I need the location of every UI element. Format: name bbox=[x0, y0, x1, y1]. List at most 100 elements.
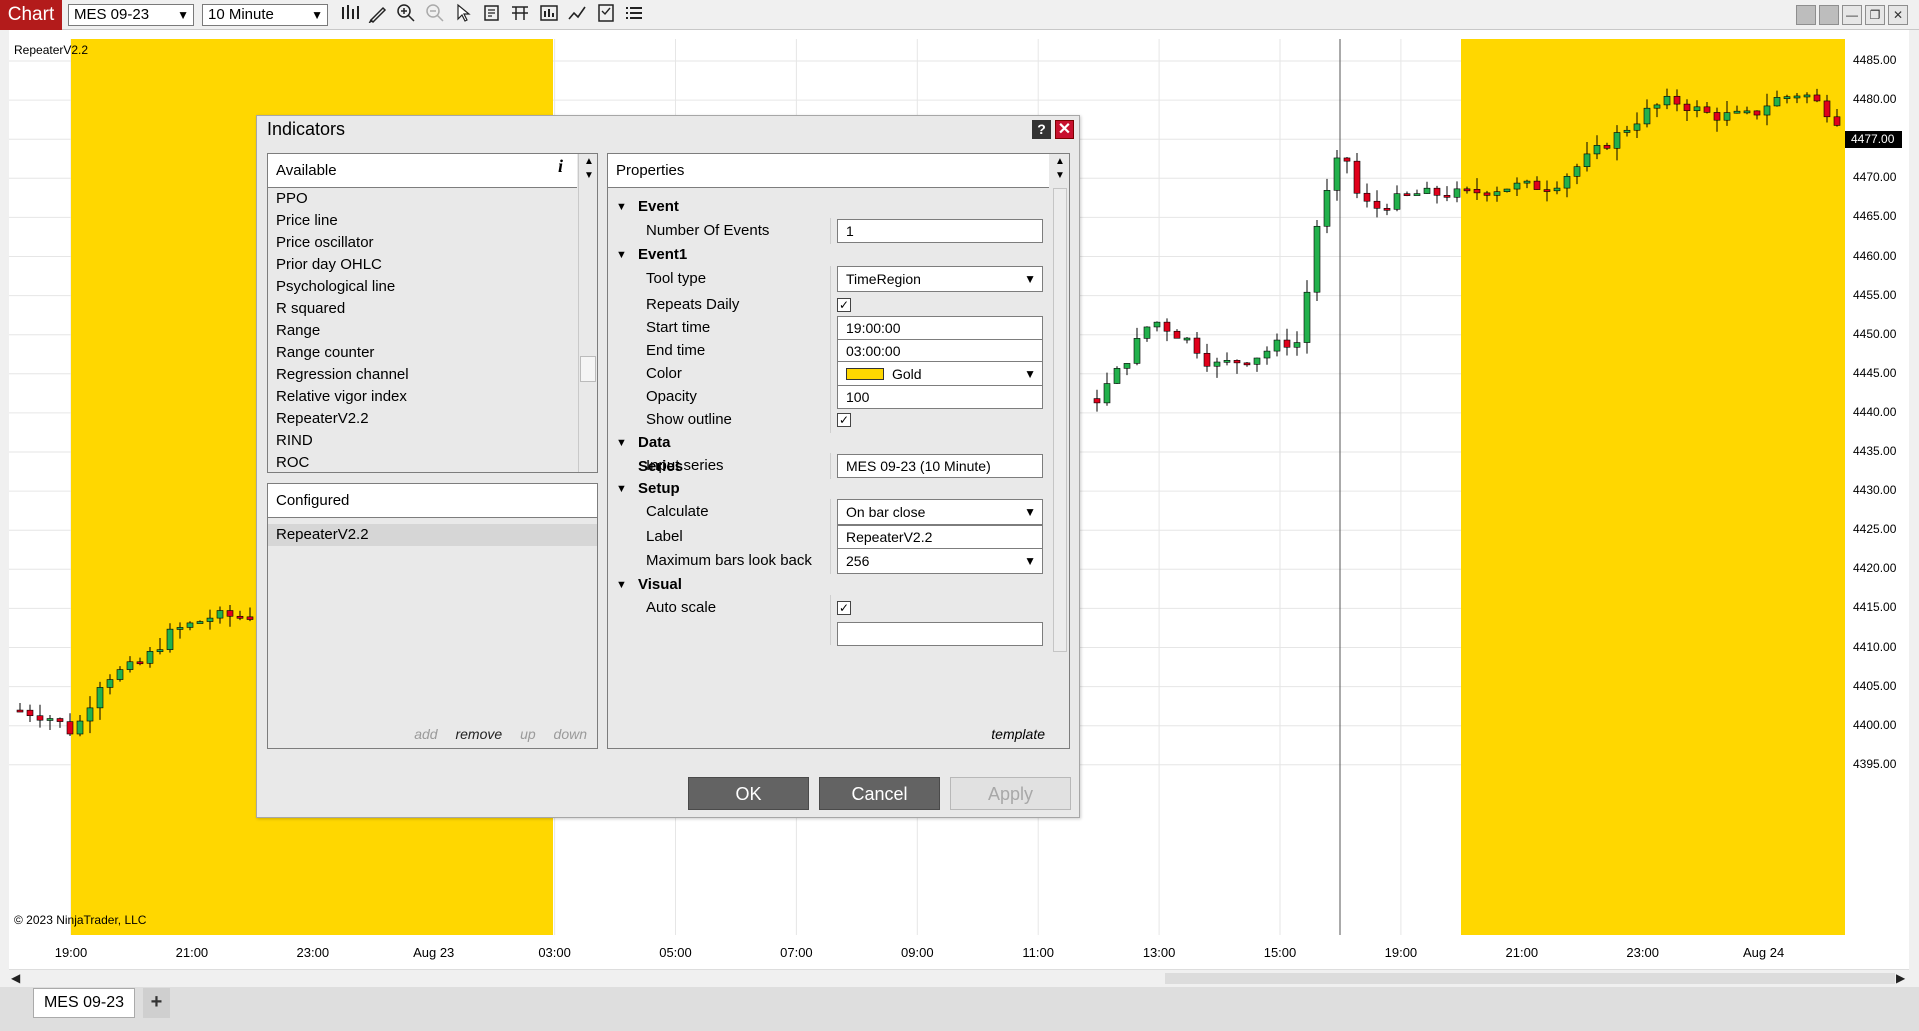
available-item[interactable]: Range bbox=[268, 320, 578, 342]
ok-button[interactable]: OK bbox=[688, 777, 809, 810]
minimize-icon[interactable]: — bbox=[1842, 5, 1862, 25]
available-item[interactable]: Price oscillator bbox=[268, 232, 578, 254]
opacity-input[interactable]: 100 bbox=[837, 385, 1043, 409]
scroll-left-icon[interactable]: ◀ bbox=[11, 971, 20, 985]
chevron-down-icon: ▼ bbox=[1024, 272, 1036, 286]
available-item[interactable]: R squared bbox=[268, 298, 578, 320]
properties-icon[interactable] bbox=[594, 3, 618, 27]
color-select[interactable]: Gold ▼ bbox=[837, 361, 1043, 387]
zoom-in-icon[interactable] bbox=[394, 3, 418, 27]
calculate-select[interactable]: On bar close ▼ bbox=[837, 499, 1043, 525]
label-input[interactable]: RepeaterV2.2 bbox=[837, 525, 1043, 549]
configured-item[interactable]: RepeaterV2.2 bbox=[268, 524, 597, 546]
scroll-down-icon[interactable]: ▼ bbox=[584, 170, 594, 181]
help-icon[interactable]: ? bbox=[1032, 120, 1051, 139]
available-item[interactable]: Range counter bbox=[268, 342, 578, 364]
property-divider bbox=[830, 218, 831, 244]
zoom-out-icon[interactable] bbox=[423, 3, 447, 27]
bar-type-icon[interactable] bbox=[338, 3, 362, 27]
add-link[interactable]: add bbox=[414, 726, 437, 742]
data-box-icon[interactable] bbox=[480, 3, 504, 27]
copyright-text: © 2023 NinjaTrader, LLC bbox=[14, 913, 147, 927]
add-tab-button[interactable]: + bbox=[143, 988, 170, 1018]
chart-window-tab[interactable]: Chart bbox=[0, 0, 62, 30]
time-axis[interactable]: 19:00 21:00 23:00 Aug 23 03:00 05:00 07:00 09:0… bbox=[9, 935, 1845, 969]
up-link[interactable]: up bbox=[520, 726, 536, 742]
scrollbar-thumb[interactable] bbox=[1053, 188, 1067, 652]
collapse-icon[interactable]: ▼ bbox=[616, 573, 627, 597]
candle-body bbox=[46, 718, 54, 721]
price-axis[interactable]: 4485.004480.004475.004470.004465.004460.… bbox=[1845, 39, 1919, 935]
available-item[interactable]: Psychological line bbox=[268, 276, 578, 298]
info-icon[interactable]: i bbox=[558, 156, 563, 177]
repeats-daily-checkbox[interactable]: ✓ bbox=[837, 298, 851, 312]
menu-icon[interactable] bbox=[622, 3, 646, 27]
available-item[interactable]: Prior day OHLC bbox=[268, 254, 578, 276]
close-icon[interactable]: ✕ bbox=[1888, 5, 1908, 25]
pointer-icon[interactable] bbox=[451, 3, 475, 27]
down-link[interactable]: down bbox=[554, 726, 587, 742]
collapse-icon[interactable]: ▼ bbox=[616, 431, 627, 455]
price-tick-label: 4425.00 bbox=[1853, 522, 1897, 537]
interval-selector[interactable]: 10 Minute ▼ bbox=[202, 4, 328, 26]
cancel-button[interactable]: Cancel bbox=[819, 777, 940, 810]
available-list[interactable]: PPO Price line Price oscillator Prior da… bbox=[268, 188, 578, 472]
candle-body bbox=[1343, 157, 1351, 162]
horizontal-scrollbar[interactable]: ◀ ▶ bbox=[9, 969, 1909, 987]
start-time-input[interactable]: 19:00:00 bbox=[837, 316, 1043, 340]
indicators-icon[interactable] bbox=[565, 3, 589, 27]
remove-link[interactable]: remove bbox=[455, 726, 502, 742]
available-item[interactable]: RepeaterV2.2 bbox=[268, 408, 578, 430]
strategy-icon[interactable] bbox=[537, 3, 561, 27]
show-outline-checkbox[interactable]: ✓ bbox=[837, 413, 851, 427]
tool-type-select[interactable]: TimeRegion ▼ bbox=[837, 266, 1043, 292]
scroll-up-icon[interactable]: ▲ bbox=[584, 156, 594, 167]
instrument-selector[interactable]: MES 09-23 ▼ bbox=[68, 4, 194, 26]
scroll-down-icon[interactable]: ▼ bbox=[1055, 170, 1065, 181]
available-item[interactable]: Price line bbox=[268, 210, 578, 232]
template-link[interactable]: template bbox=[991, 726, 1045, 742]
candle-body bbox=[1823, 100, 1831, 118]
scroll-up-icon[interactable]: ▲ bbox=[1055, 156, 1065, 167]
candle-body bbox=[1703, 106, 1711, 113]
candle-body bbox=[1203, 352, 1211, 367]
available-item[interactable]: ROC bbox=[268, 452, 578, 472]
max-bars-look-back-select[interactable]: 256 ▼ bbox=[837, 548, 1043, 574]
available-item[interactable]: RIND bbox=[268, 430, 578, 452]
scrollbar-thumb[interactable] bbox=[1165, 973, 1895, 984]
restore-icon[interactable]: ❐ bbox=[1865, 5, 1885, 25]
time-region[interactable] bbox=[1461, 39, 1845, 935]
auto-scale-checkbox[interactable]: ✓ bbox=[837, 601, 851, 615]
price-tick-label: 4470.00 bbox=[1853, 170, 1897, 185]
available-item[interactable]: Regression channel bbox=[268, 364, 578, 386]
candle-body bbox=[216, 610, 224, 619]
number-of-events-input[interactable]: 1 bbox=[837, 219, 1043, 243]
candle-body bbox=[1093, 398, 1101, 404]
apply-button[interactable]: Apply bbox=[950, 777, 1071, 810]
collapse-icon[interactable]: ▼ bbox=[616, 243, 627, 267]
scroll-right-icon[interactable]: ▶ bbox=[1896, 971, 1905, 985]
properties-scrollbar[interactable]: ▲ ▼ bbox=[1051, 154, 1069, 748]
available-item[interactable]: PPO bbox=[268, 188, 578, 210]
tab-mes-09-23[interactable]: MES 09-23 bbox=[33, 988, 135, 1018]
end-time-input[interactable]: 03:00:00 bbox=[837, 339, 1043, 363]
property-label: Show outline bbox=[646, 411, 732, 428]
window-option-button[interactable] bbox=[1819, 5, 1839, 25]
available-scrollbar[interactable]: ▲ ▼ bbox=[578, 154, 597, 472]
chevron-down-icon: ▼ bbox=[1024, 367, 1036, 381]
input-series-field[interactable]: MES 09-23 (10 Minute) bbox=[837, 454, 1043, 478]
collapse-icon[interactable]: ▼ bbox=[616, 195, 627, 219]
window-option-button[interactable] bbox=[1796, 5, 1816, 25]
close-icon[interactable]: ✕ bbox=[1055, 120, 1074, 139]
candle-body bbox=[1363, 192, 1371, 202]
collapse-icon[interactable]: ▼ bbox=[616, 477, 627, 501]
drawing-tool-icon[interactable] bbox=[366, 3, 390, 27]
available-item[interactable]: Relative vigor index bbox=[268, 386, 578, 408]
candle-body bbox=[1313, 225, 1321, 293]
candle-body bbox=[1723, 112, 1731, 121]
properties-grid: ▼ Event Number Of Events 1 ▼ Event1 Tool t… bbox=[608, 188, 1051, 711]
next-property-input[interactable] bbox=[837, 622, 1043, 646]
candle-body bbox=[1493, 191, 1501, 196]
scrollbar-thumb[interactable] bbox=[580, 356, 596, 382]
template-icon[interactable] bbox=[508, 3, 532, 27]
